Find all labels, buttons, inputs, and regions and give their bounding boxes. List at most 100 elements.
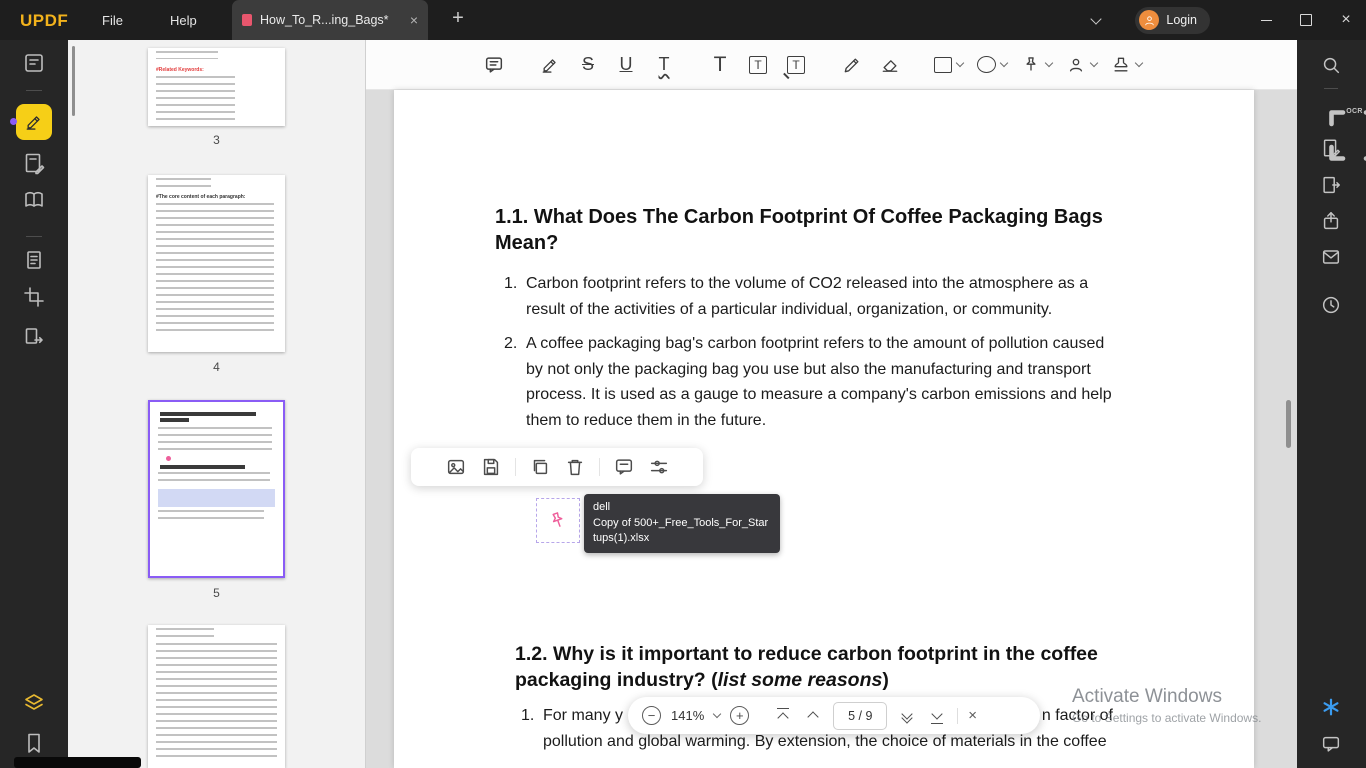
annotate-panel-icon[interactable]: [22, 51, 46, 75]
list-item-2: 2. A coffee packaging bag's carbon footp…: [504, 331, 1112, 433]
ocr-icon[interactable]: OCR: [1320, 101, 1366, 170]
attachment-pin-annotation[interactable]: [536, 498, 580, 543]
tab-close-icon[interactable]: ×: [410, 12, 418, 28]
first-page-icon[interactable]: [773, 706, 793, 726]
login-button[interactable]: Login: [1135, 7, 1210, 34]
highlight-icon[interactable]: [538, 50, 562, 80]
sticker-tool-icon[interactable]: [1066, 50, 1097, 80]
attachment-context-toolbar: [411, 448, 703, 486]
divider: [599, 458, 600, 476]
heading-1-1: 1.1. What Does The Carbon Footprint Of C…: [495, 204, 1103, 256]
save-attachment-icon[interactable]: [480, 456, 502, 478]
taskbar-peek[interactable]: [14, 757, 141, 768]
divider: [1324, 88, 1338, 89]
page-thumbnail-4[interactable]: #The core content of each paragraph:: [148, 175, 285, 352]
ellipse-shape-icon[interactable]: [977, 50, 1007, 80]
zoom-dropdown-icon[interactable]: [713, 710, 721, 718]
zoom-out-icon[interactable]: −: [642, 706, 661, 725]
heading-1-2: 1.2. Why is it important to reduce carbo…: [515, 641, 1098, 693]
menu-help[interactable]: Help: [170, 13, 197, 28]
pdf-doc-icon: [242, 14, 252, 26]
left-toolbar: [0, 40, 68, 768]
squiggly-underline-icon[interactable]: T: [652, 50, 676, 80]
note-edit-icon[interactable]: [22, 151, 46, 175]
open-attachment-icon[interactable]: [445, 456, 467, 478]
eraser-icon[interactable]: [878, 50, 902, 80]
page-number-label: 4: [148, 360, 285, 374]
page-number-label: 5: [148, 586, 285, 600]
previous-page-icon[interactable]: [803, 706, 823, 726]
page-thumbnail-3[interactable]: #Related Keywords:: [148, 48, 285, 126]
next-page-icon[interactable]: [897, 706, 917, 726]
copy-icon[interactable]: [529, 456, 551, 478]
thumb-microtext: #The core content of each paragraph:: [156, 194, 277, 200]
pages-icon[interactable]: [22, 248, 46, 272]
pencil-icon[interactable]: [840, 50, 864, 80]
active-tool-indicator: [10, 118, 17, 125]
main-area: S U T T T T 1.1. What Does T: [365, 40, 1297, 768]
ai-assistant-icon[interactable]: [1320, 696, 1342, 718]
properties-icon[interactable]: [648, 456, 670, 478]
history-icon[interactable]: [1320, 294, 1342, 316]
pin-tool-icon[interactable]: [1021, 50, 1052, 80]
page-thumbnail-5-selected[interactable]: [148, 400, 285, 578]
text-box-icon[interactable]: T: [746, 50, 770, 80]
delete-icon[interactable]: [564, 456, 586, 478]
updf-logo[interactable]: UPDF: [20, 11, 68, 31]
page-number-label: 3: [148, 133, 285, 147]
thumbnail-scrollbar[interactable]: [72, 46, 75, 116]
thumbnail-panel: #Related Keywords: 3 #The core content o…: [68, 40, 365, 768]
bookmark-icon[interactable]: [22, 731, 46, 755]
thumb-highlight-block: [158, 489, 275, 507]
close-pagination-icon[interactable]: ×: [968, 707, 977, 724]
layers-icon[interactable]: [22, 691, 46, 715]
zoom-in-icon[interactable]: +: [730, 706, 749, 725]
page-number-input[interactable]: [833, 702, 887, 730]
attachment-tooltip: dell Copy of 500+_Free_Tools_For_Star tu…: [584, 494, 780, 553]
share-icon[interactable]: [1320, 210, 1342, 232]
pagination-bar: − 141% + ×: [628, 697, 1040, 734]
stamp-tool-icon[interactable]: [1111, 50, 1142, 80]
avatar-icon: [1139, 10, 1159, 30]
divider: [515, 458, 516, 476]
strikethrough-icon[interactable]: S: [576, 50, 600, 80]
highlighter-tool-icon[interactable]: [16, 104, 52, 140]
titlebar: UPDF File Help How_To_R...ing_Bags* × + …: [0, 0, 1366, 40]
main-scrollbar[interactable]: [1286, 400, 1291, 448]
chevron-down-icon[interactable]: [1081, 18, 1111, 23]
zoom-level[interactable]: 141%: [671, 708, 704, 723]
reader-icon[interactable]: [22, 188, 46, 212]
tab-title: How_To_R...ing_Bags*: [260, 13, 402, 27]
document-tab[interactable]: How_To_R...ing_Bags* ×: [232, 0, 428, 40]
mail-icon[interactable]: [1320, 246, 1342, 268]
insert-text-icon[interactable]: T: [708, 50, 732, 80]
divider: [957, 708, 958, 724]
divider: [26, 236, 42, 237]
comment-note-icon[interactable]: [613, 456, 635, 478]
new-tab-button[interactable]: +: [446, 7, 470, 30]
comment-icon[interactable]: [482, 50, 506, 80]
callout-icon[interactable]: T: [784, 50, 808, 80]
divider: [26, 90, 42, 91]
pdf-page[interactable]: 1.1. What Does The Carbon Footprint Of C…: [394, 90, 1254, 768]
underline-icon[interactable]: U: [614, 50, 638, 80]
last-page-icon[interactable]: [927, 706, 947, 726]
close-button[interactable]: ×: [1326, 0, 1366, 40]
convert-icon[interactable]: [22, 325, 46, 349]
thumb-pin-mark: [166, 456, 171, 461]
right-toolbar: OCR: [1297, 40, 1366, 768]
chat-icon[interactable]: [1320, 733, 1342, 755]
page-thumbnail-6[interactable]: [148, 625, 285, 768]
page-export-icon[interactable]: [1320, 174, 1342, 196]
login-label: Login: [1166, 13, 1197, 27]
maximize-button[interactable]: [1286, 0, 1326, 40]
search-icon[interactable]: [1320, 54, 1342, 76]
minimize-button[interactable]: [1246, 0, 1286, 40]
rectangle-shape-icon[interactable]: [934, 50, 963, 80]
list-item-1: 1. Carbon footprint refers to the volume…: [504, 271, 1088, 322]
menu-file[interactable]: File: [102, 13, 123, 28]
thumb-microtext: #Related Keywords:: [156, 67, 277, 73]
crop-icon[interactable]: [22, 285, 46, 309]
annotation-toolbar: S U T T T T: [366, 40, 1297, 90]
page-edit-icon[interactable]: [1320, 137, 1342, 159]
